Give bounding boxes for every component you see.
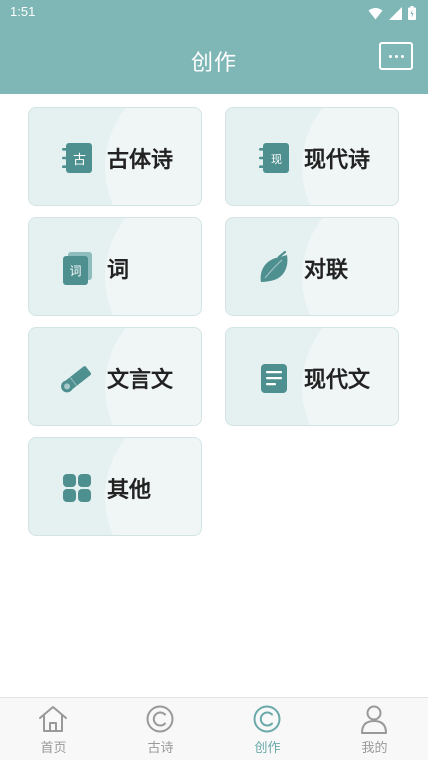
- copyright-circle-icon: [146, 705, 174, 733]
- category-card-ci[interactable]: 词 词: [28, 217, 202, 316]
- svg-text:现: 现: [271, 153, 282, 166]
- status-time: 1:51: [10, 4, 36, 19]
- home-icon: [39, 706, 67, 732]
- message-button[interactable]: [379, 42, 413, 70]
- tab-poems[interactable]: 古诗: [107, 698, 214, 760]
- category-label: 对联: [304, 258, 349, 283]
- page-title: 创作: [190, 51, 237, 76]
- wifi-icon: [368, 7, 383, 19]
- category-label: 现代诗: [304, 148, 371, 173]
- tab-label: 创作: [254, 741, 281, 756]
- category-label: 古体诗: [107, 148, 174, 173]
- grid-icon: [57, 468, 97, 508]
- category-label: 文言文: [107, 368, 174, 393]
- tab-profile[interactable]: 我的: [321, 698, 428, 760]
- category-card-modern-prose[interactable]: 现代文: [225, 327, 399, 426]
- tab-label: 首页: [40, 741, 67, 756]
- scroll-icon: [57, 358, 97, 398]
- app-bar: 创作: [0, 26, 428, 94]
- copyright-circle-icon: [253, 705, 281, 733]
- category-card-other[interactable]: 其他: [28, 437, 202, 536]
- category-card-couplet[interactable]: 对联: [225, 217, 399, 316]
- tab-create[interactable]: 创作: [214, 698, 321, 760]
- category-label: 现代文: [304, 368, 371, 393]
- cards-ci-icon: 词: [57, 248, 97, 288]
- leaf-icon: [254, 248, 294, 288]
- cellular-signal-icon: [389, 6, 402, 20]
- document-icon: [254, 358, 294, 398]
- category-card-classical-prose[interactable]: 文言文: [28, 327, 202, 426]
- notebook-xian-icon: 现: [254, 138, 294, 178]
- category-label: 其他: [107, 478, 152, 503]
- svg-text:古: 古: [73, 153, 86, 168]
- status-bar: 1:51: [0, 0, 428, 26]
- status-icons: [368, 5, 416, 21]
- notebook-gu-icon: 古: [57, 138, 97, 178]
- tab-home[interactable]: 首页: [0, 698, 107, 760]
- person-icon: [361, 705, 387, 734]
- category-card-modern-poem[interactable]: 现 现代诗: [225, 107, 399, 206]
- bottom-tab-bar: 首页 古诗 创作 我的: [0, 697, 428, 760]
- category-label: 词: [107, 258, 130, 283]
- tab-label: 古诗: [147, 741, 174, 756]
- svg-text:词: 词: [69, 264, 81, 278]
- category-card-ancient-poem[interactable]: 古 古体诗: [28, 107, 202, 206]
- battery-icon: [408, 6, 416, 20]
- tab-label: 我的: [361, 741, 388, 756]
